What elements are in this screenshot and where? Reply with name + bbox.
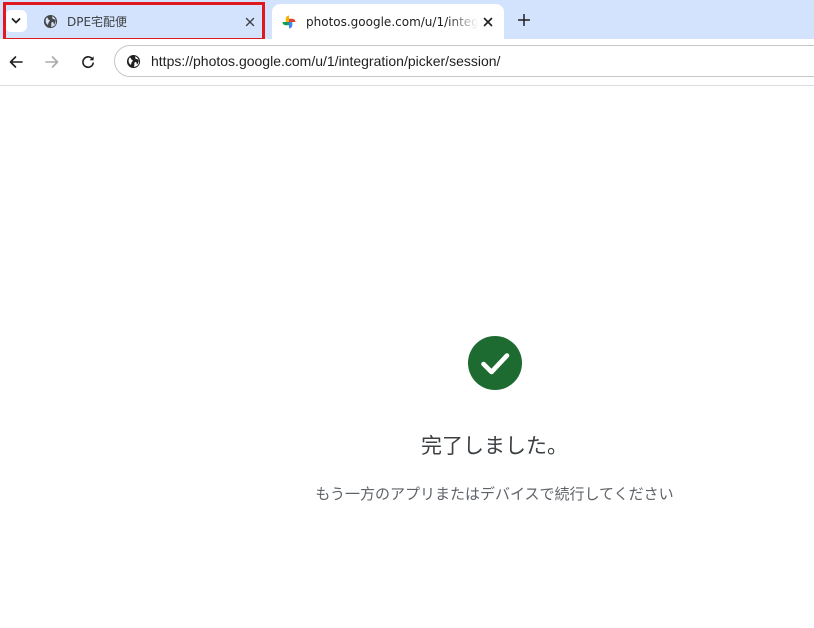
tab-strip: DPE宅配便 photos.google.com/u/1/integration… <box>0 0 814 41</box>
forward-button[interactable] <box>41 51 63 73</box>
completion-message: もう一方のアプリまたはデバイスで続行してください <box>315 485 674 503</box>
site-info-icon[interactable] <box>124 52 142 70</box>
close-icon <box>483 17 493 26</box>
reload-icon <box>82 56 94 69</box>
url-text[interactable]: https://photos.google.com/u/1/integratio… <box>151 53 500 69</box>
arrow-left-icon <box>9 56 23 68</box>
tab-google-photos[interactable]: photos.google.com/u/1/integration/picker… <box>272 4 504 39</box>
google-photos-icon <box>281 14 297 30</box>
new-tab-button[interactable] <box>513 9 535 31</box>
address-bar[interactable]: https://photos.google.com/u/1/integratio… <box>114 45 814 77</box>
chevron-down-icon <box>11 18 21 24</box>
back-button[interactable] <box>5 51 27 73</box>
page-content: 完了しました。 もう一方のアプリまたはデバイスで続行してください <box>0 86 814 628</box>
globe-icon <box>42 14 58 30</box>
close-icon <box>245 17 255 26</box>
plus-icon <box>518 14 530 26</box>
close-tab-button[interactable] <box>240 12 260 32</box>
completion-title: 完了しました。 <box>421 434 568 458</box>
reload-button[interactable] <box>77 51 99 73</box>
tab-title: DPE宅配便 <box>67 15 128 29</box>
close-tab-button[interactable] <box>478 12 498 32</box>
tab-title: photos.google.com/u/1/integration/picker… <box>306 14 478 29</box>
check-circle-icon <box>468 336 522 390</box>
arrow-right-icon <box>45 56 59 68</box>
browser-toolbar: https://photos.google.com/u/1/integratio… <box>0 39 814 86</box>
tab-dpe[interactable]: DPE宅配便 <box>30 4 266 39</box>
tab-search-button[interactable] <box>5 10 27 32</box>
